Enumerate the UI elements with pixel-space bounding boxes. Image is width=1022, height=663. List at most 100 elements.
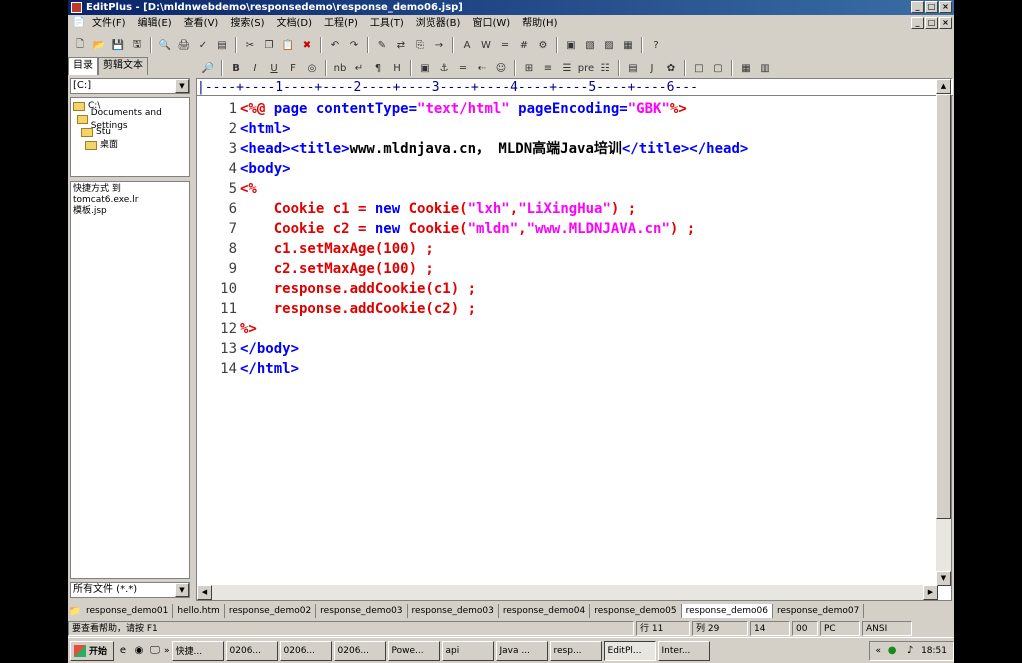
- paragraph-button[interactable]: ¶: [370, 60, 386, 76]
- volume-icon[interactable]: ♪: [903, 644, 917, 658]
- task-item[interactable]: 0206...: [225, 640, 278, 661]
- undo-icon[interactable]: ↶: [327, 37, 343, 53]
- tray-chevron[interactable]: «: [876, 646, 882, 656]
- line-number-icon[interactable]: #: [516, 37, 532, 53]
- delete-icon[interactable]: ✖: [299, 37, 315, 53]
- doc-tab[interactable]: response_demo07: [773, 604, 865, 618]
- pre-icon[interactable]: pre: [578, 60, 594, 76]
- doc-tab[interactable]: response_demo03: [316, 604, 408, 618]
- horizontal-scrollbar[interactable]: ◀ ▶: [197, 585, 938, 600]
- folder-icon[interactable]: 📁: [68, 604, 82, 618]
- code-text[interactable]: <%@ page contentType="text/html" pageEnc…: [240, 99, 748, 379]
- output-icon[interactable]: ▦: [620, 37, 636, 53]
- ruler-icon[interactable]: ═: [497, 37, 513, 53]
- align-icon[interactable]: ☰: [559, 60, 575, 76]
- doc-tab-active[interactable]: response_demo06: [681, 604, 773, 618]
- window-icon[interactable]: ▣: [563, 37, 579, 53]
- document-icon[interactable]: 📄: [72, 15, 86, 29]
- form-icon[interactable]: ▤: [625, 60, 641, 76]
- doc-tab[interactable]: response_demo04: [499, 604, 591, 618]
- menu-edit[interactable]: 编辑(E): [132, 15, 178, 32]
- horizontal-rule-icon[interactable]: ═: [455, 60, 471, 76]
- save-all-icon[interactable]: 🖫: [129, 37, 145, 53]
- center-icon[interactable]: ≡: [540, 60, 556, 76]
- chevron-down-icon[interactable]: ▼: [175, 583, 189, 597]
- scroll-thumb[interactable]: [936, 94, 951, 519]
- ie-quicklaunch-icon[interactable]: e: [116, 644, 130, 658]
- doc-close-button[interactable]: ×: [939, 17, 952, 29]
- line-break-icon[interactable]: ↵: [351, 60, 367, 76]
- title-bar[interactable]: EditPlus - [D:\mldnwebdemo\responsedemo\…: [68, 0, 954, 15]
- context-help-icon[interactable]: ?: [648, 37, 664, 53]
- toolbar-options-icon[interactable]: ▦: [738, 60, 754, 76]
- code-editor[interactable]: |----+----1----+----2----+----3----+----…: [196, 78, 953, 601]
- underline-button[interactable]: U: [266, 60, 282, 76]
- comment-icon[interactable]: ⇠: [474, 60, 490, 76]
- save-icon[interactable]: 💾: [110, 37, 126, 53]
- image-icon[interactable]: ▣: [417, 60, 433, 76]
- computer-quicklaunch-icon[interactable]: 🖵: [148, 644, 162, 658]
- go-to-icon[interactable]: →: [431, 37, 447, 53]
- heading-button[interactable]: H: [389, 60, 405, 76]
- list-item[interactable]: 快捷方式 到 tomcat6.exe.lr: [73, 184, 187, 206]
- menu-view[interactable]: 查看(V): [178, 15, 225, 32]
- menu-project[interactable]: 工程(P): [318, 15, 364, 32]
- clock[interactable]: 18:51: [921, 646, 947, 656]
- nbsp-button[interactable]: nb: [332, 60, 348, 76]
- html-preview-icon[interactable]: 🔎: [200, 60, 216, 76]
- scroll-left-icon[interactable]: ◀: [197, 585, 212, 600]
- tab-cliptext[interactable]: 剪辑文本: [98, 57, 148, 75]
- close-button[interactable]: ×: [939, 1, 952, 13]
- javascript-button[interactable]: J: [644, 60, 660, 76]
- menu-search[interactable]: 搜索(S): [224, 15, 270, 32]
- menu-tools[interactable]: 工具(T): [364, 15, 410, 32]
- table-icon[interactable]: ⊞: [521, 60, 537, 76]
- doc-tab[interactable]: response_demo01: [82, 604, 174, 618]
- print-preview-icon[interactable]: 🔍: [157, 37, 173, 53]
- copy-icon[interactable]: ❐: [261, 37, 277, 53]
- task-item[interactable]: Java ...: [495, 640, 548, 661]
- tab-directory[interactable]: 目录: [68, 57, 98, 75]
- start-button[interactable]: 开始: [70, 640, 114, 661]
- word-wrap-icon[interactable]: W: [478, 37, 494, 53]
- anchor-icon[interactable]: ⚓: [436, 60, 452, 76]
- open-folder-icon[interactable]: 📂: [91, 37, 107, 53]
- toolbar-window-icon[interactable]: ▥: [757, 60, 773, 76]
- menu-document[interactable]: 文档(D): [271, 15, 319, 32]
- palette-icon[interactable]: ✿: [663, 60, 679, 76]
- doc-tab[interactable]: response_demo05: [590, 604, 682, 618]
- directory-window-icon[interactable]: ▤: [214, 37, 230, 53]
- list-item[interactable]: 模板.jsp: [73, 206, 187, 217]
- dir-item[interactable]: 桌面: [73, 139, 187, 152]
- scroll-right-icon[interactable]: ▶: [923, 585, 938, 600]
- task-item[interactable]: 快捷...: [171, 640, 224, 661]
- drive-select[interactable]: [C:] ▼: [70, 78, 190, 94]
- redo-icon[interactable]: ↷: [346, 37, 362, 53]
- browser-icon[interactable]: ▨: [601, 37, 617, 53]
- scroll-down-icon[interactable]: ▼: [936, 571, 951, 586]
- maximize-button[interactable]: □: [925, 1, 938, 13]
- find-in-files-icon[interactable]: ⎘: [412, 37, 428, 53]
- chevron-down-icon[interactable]: ▼: [175, 79, 189, 93]
- css-icon[interactable]: ▢: [710, 60, 726, 76]
- list-icon[interactable]: ☷: [597, 60, 613, 76]
- minimize-button[interactable]: _: [911, 1, 924, 13]
- print-icon[interactable]: 🖨: [176, 37, 192, 53]
- task-item[interactable]: api: [441, 640, 494, 661]
- task-item[interactable]: Powe...: [387, 640, 440, 661]
- doc-tab[interactable]: response_demo02: [225, 604, 317, 618]
- bold-button[interactable]: B: [228, 60, 244, 76]
- media-quicklaunch-icon[interactable]: ◉: [132, 644, 146, 658]
- doc-tab[interactable]: hello.htm: [173, 604, 225, 618]
- dir-item[interactable]: Documents and Settings: [73, 108, 187, 131]
- scroll-up-icon[interactable]: ▲: [936, 79, 951, 94]
- font-button[interactable]: F: [285, 60, 301, 76]
- spellcheck-icon[interactable]: ✓: [195, 37, 211, 53]
- menu-browser[interactable]: 浏览器(B): [410, 15, 467, 32]
- italic-button[interactable]: I: [247, 60, 263, 76]
- task-item[interactable]: 0206...: [279, 640, 332, 661]
- font-icon[interactable]: A: [459, 37, 475, 53]
- cut-icon[interactable]: ✂: [242, 37, 258, 53]
- frame-icon[interactable]: □: [691, 60, 707, 76]
- doc-minimize-button[interactable]: _: [911, 17, 924, 29]
